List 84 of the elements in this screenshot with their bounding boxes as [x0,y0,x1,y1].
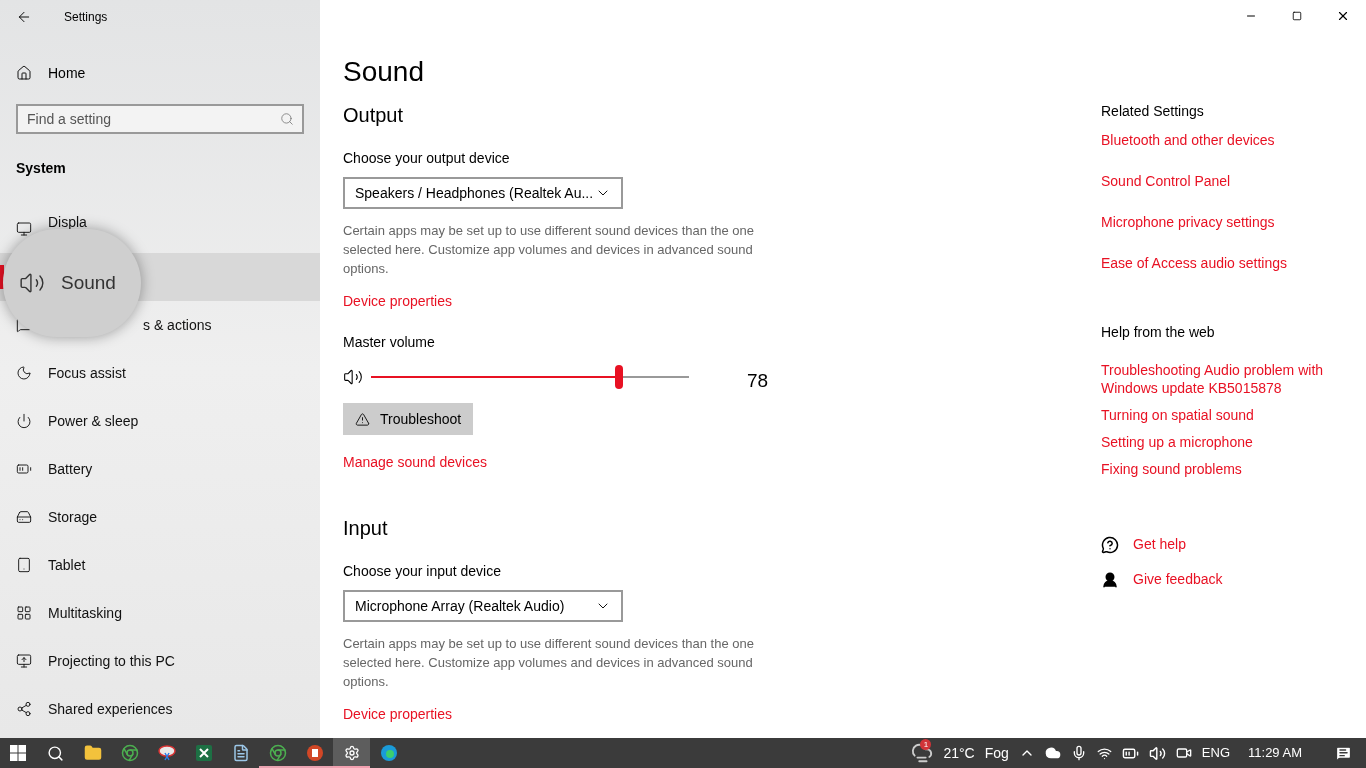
section-heading: Related Settings [1101,102,1205,121]
volume-slider[interactable] [371,367,689,387]
help-link[interactable]: Fixing sound problems [1101,460,1346,478]
home-link[interactable]: Home [0,49,320,97]
sidebar-item[interactable]: Power & sleep [48,410,139,432]
grid-icon [16,605,32,621]
help-link[interactable]: Get help [1133,534,1186,555]
info-text: Certain apps may be set up to use different sound devices than the one selected here. Customize app volumes and devices in advanced sound options. [343,635,755,691]
snipping-icon [156,744,177,762]
device-properties-link[interactable]: Device properties [343,704,1080,725]
temperature: 21°C [943,743,975,763]
wifi-icon[interactable] [1096,745,1112,761]
search-field[interactable]: Find a setting [16,104,304,134]
sidebar-item[interactable]: Battery [48,458,93,480]
sidebar-item[interactable]: Tablet [48,554,86,576]
section-heading: Output [343,103,405,128]
field-label: Master volume [343,333,436,352]
slider-thumb[interactable] [615,365,624,389]
spreadsheet-icon [194,744,213,762]
related-link[interactable]: Microphone privacy settings [1101,212,1346,233]
device-dropdown[interactable]: Speakers / Headphones (Realtek Au... [343,177,623,209]
close-icon [1336,9,1350,23]
home-icon [16,65,32,81]
sidebar-item[interactable]: Shared experiences [48,698,173,720]
help-link[interactable]: Setting up a microphone [1101,433,1346,451]
person-icon [1101,570,1119,589]
volume-value: 78 [747,368,769,393]
notifications-icon [1334,744,1352,762]
restore-icon [1292,11,1302,21]
manage-devices-link[interactable]: Manage sound devices [343,452,1080,473]
related-link[interactable]: Sound Control Panel [1101,171,1346,192]
monitor-arrow-icon [16,653,32,669]
sidebar-item[interactable]: Multitasking [48,602,122,624]
search-icon [280,112,294,126]
settings-icon [343,745,360,761]
sidebar-item[interactable]: Projecting to this PC [48,650,175,672]
selection-indicator [0,265,4,289]
speaker-icon[interactable] [1148,744,1166,762]
window-title: Settings [64,8,108,26]
device-properties-link[interactable]: Device properties [343,291,1080,312]
power-icon [16,413,32,429]
help-link[interactable]: Turning on spatial sound [1101,406,1346,424]
fog-cloud-icon [911,742,934,764]
nav-label: Sound [61,270,116,295]
share-icon [16,701,32,717]
browser-wave-icon [379,744,398,762]
related-link[interactable]: Ease of Access audio settings [1101,253,1346,274]
info-text: Certain apps may be set up to use different sound devices than the one selected here. Customize app volumes and devices in advanced sound options. [343,222,755,278]
magnifier-overlay[interactable]: Sound [3,229,141,337]
field-label: Choose your input device [343,562,502,581]
cloud-icon[interactable] [1044,745,1061,761]
browser-icon [120,744,139,762]
browser-icon [268,744,287,762]
notification-badge: 1 [920,739,932,750]
clock[interactable]: 11:29 AM [1248,743,1302,763]
taskbar-app[interactable] [333,738,370,768]
sidebar-item[interactable]: Storage [48,506,98,528]
drive-icon [16,509,32,525]
related-link[interactable]: Bluetooth and other devices [1101,130,1346,151]
device-dropdown[interactable]: Microphone Array (Realtek Audio) [343,590,623,622]
tablet-icon [16,557,32,573]
speaker-icon [343,367,363,387]
camera-icon[interactable] [1175,745,1192,761]
page-title: Sound [343,55,425,89]
warning-icon [355,411,370,427]
help-link[interactable]: Troubleshooting Audio problem with Windows update KB5015878 [1101,361,1346,397]
weather-condition: Fog [984,743,1009,763]
presentation-icon [305,744,324,762]
monitor-icon [16,221,32,237]
folder-icon [83,744,102,762]
moon-icon [16,365,32,381]
field-label: Choose your output device [343,149,511,168]
battery-icon [16,461,32,477]
language-indicator[interactable]: ENG [1201,743,1231,763]
section-heading: Help from the web [1101,323,1216,342]
windows-logo-icon [10,745,26,761]
notepad-icon [231,744,250,762]
section-heading: Input [343,516,389,541]
feedback-link[interactable]: Give feedback [1133,569,1223,590]
help-icon [1101,535,1119,554]
troubleshoot-button[interactable]: Troubleshoot [343,403,474,435]
section-heading: System [15,159,67,178]
search-icon [46,744,64,762]
sidebar-item[interactable]: Focus assist [48,362,126,384]
